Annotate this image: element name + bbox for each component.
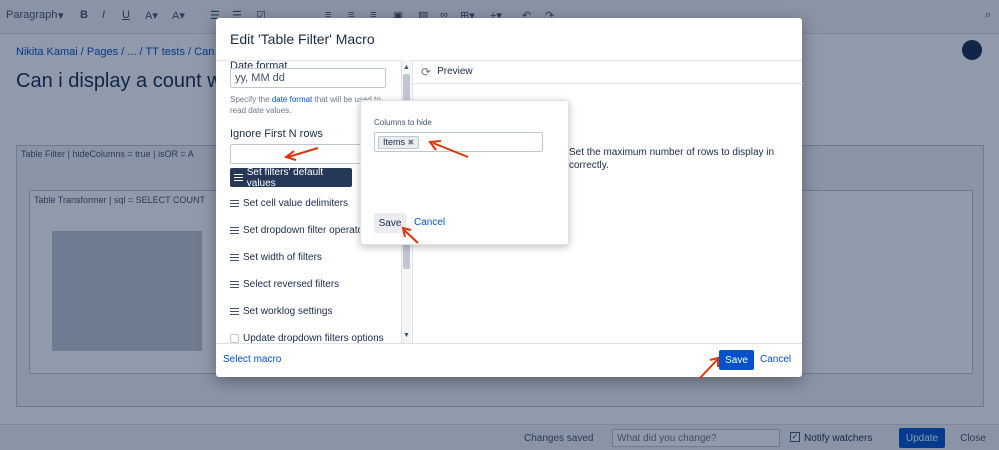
annotation-arrows — [283, 140, 719, 379]
arrow-to-items-tag — [428, 140, 469, 158]
arrow-to-dialog-save — [699, 356, 719, 379]
arrow-to-popup-save — [401, 226, 419, 244]
arrow-to-default-values — [283, 147, 319, 161]
